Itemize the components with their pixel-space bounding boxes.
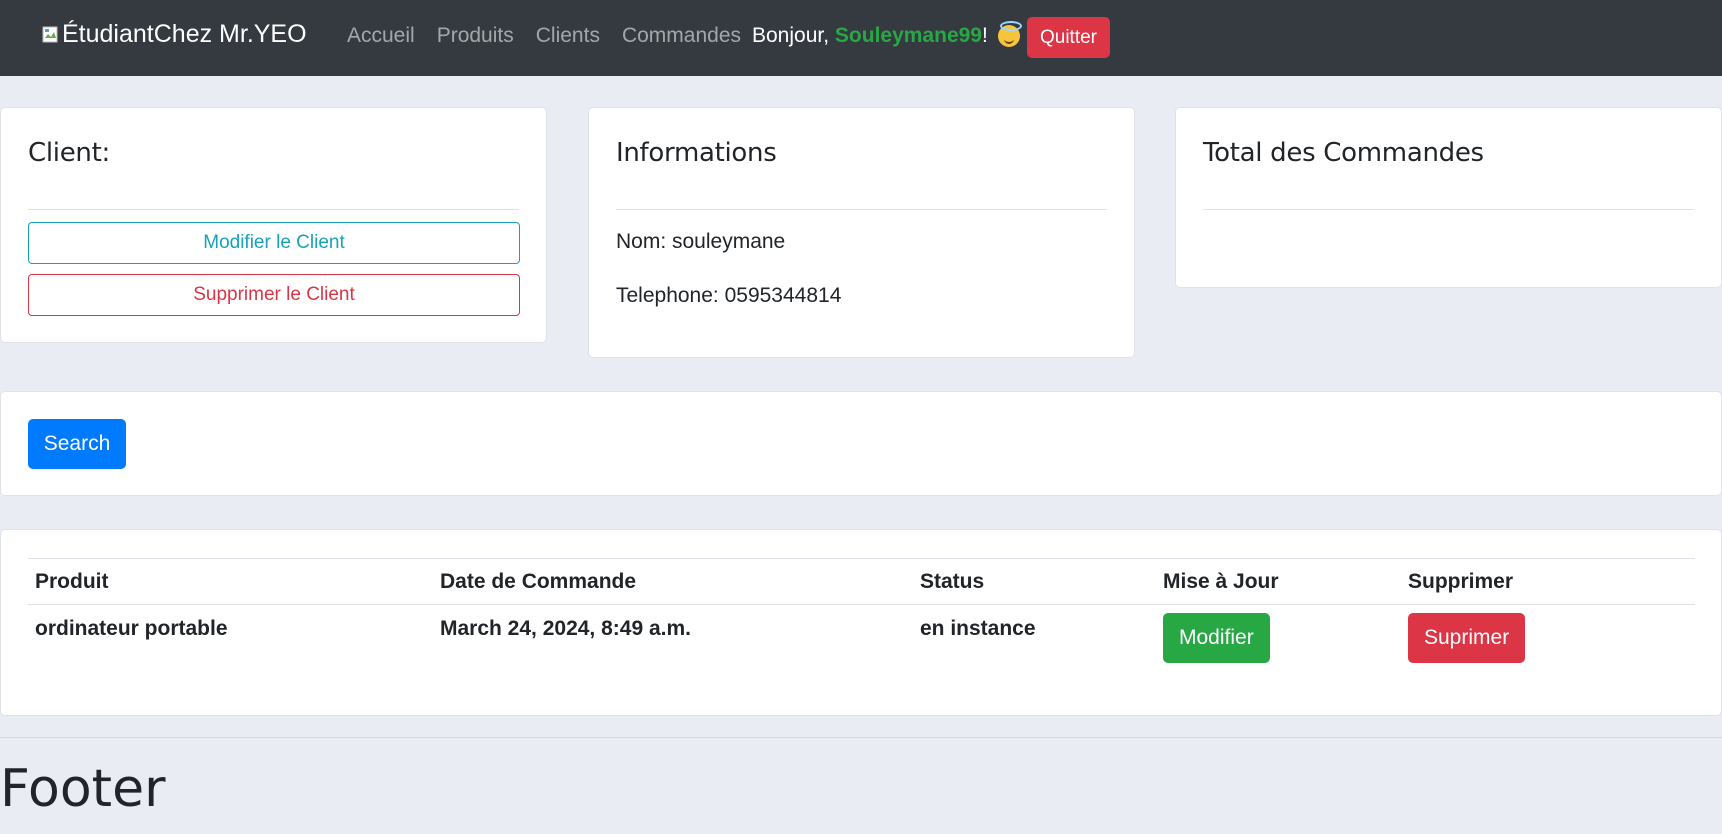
search-card: Search	[0, 391, 1722, 496]
info-card: Informations Nom: souleymane Telephone: …	[588, 107, 1135, 358]
total-orders-card: Total des Commandes	[1175, 107, 1722, 288]
greeting-prefix: Bonjour,	[752, 24, 835, 47]
quit-button[interactable]: Quitter	[1027, 17, 1110, 58]
greeting-suffix: !	[981, 24, 988, 47]
table-row: ordinateur portable March 24, 2024, 8:49…	[28, 605, 1695, 665]
header-update: Mise à Jour	[1156, 558, 1401, 605]
broken-image-icon	[42, 22, 60, 42]
header-delete: Supprimer	[1401, 558, 1695, 605]
delete-order-button[interactable]: Suprimer	[1408, 613, 1526, 663]
search-button[interactable]: Search	[28, 419, 126, 469]
divider	[28, 209, 519, 210]
nav-links: Accueil Produits Clients Commandes	[347, 24, 763, 48]
divider	[1203, 209, 1694, 210]
total-orders-title: Total des Commandes	[1203, 138, 1484, 168]
header-status: Status	[913, 558, 1156, 605]
nav-link-produits[interactable]: Produits	[437, 24, 514, 48]
order-status: en instance	[920, 617, 1036, 640]
nav-link-accueil[interactable]: Accueil	[347, 24, 415, 48]
order-date: March 24, 2024, 8:49 a.m.	[440, 617, 691, 640]
header-produit: Produit	[28, 558, 433, 605]
edit-client-button[interactable]: Modifier le Client	[28, 222, 520, 264]
footer-divider	[0, 737, 1722, 738]
navbar: ÉtudiantChez Mr.YEO Accueil Produits Cli…	[0, 0, 1722, 76]
halo-smile-emoji-icon	[997, 21, 1022, 47]
brand-link[interactable]: ÉtudiantChez Mr.YEO	[42, 20, 307, 49]
orders-table: Produit Date de Commande Status Mise à J…	[28, 558, 1695, 665]
order-delete-cell: Suprimer	[1401, 605, 1695, 665]
client-name: Nom: souleymane	[616, 230, 786, 253]
header-date: Date de Commande	[433, 558, 913, 605]
table-header-row: Produit Date de Commande Status Mise à J…	[28, 558, 1695, 605]
footer-heading: Footer	[0, 759, 166, 819]
username: Souleymane99	[834, 24, 982, 47]
info-card-title: Informations	[616, 138, 777, 168]
greeting: Bonjour, Souleymane99 !	[752, 21, 1022, 48]
orders-card: Produit Date de Commande Status Mise à J…	[0, 529, 1722, 716]
client-card: Client: Modifier le Client Supprimer le …	[0, 107, 547, 343]
client-phone: Telephone: 0595344814	[616, 284, 842, 307]
nav-link-clients[interactable]: Clients	[536, 24, 600, 48]
nav-link-commandes[interactable]: Commandes	[622, 24, 741, 48]
update-order-button[interactable]: Modifier	[1163, 613, 1270, 663]
divider	[616, 209, 1107, 210]
brand-text: ÉtudiantChez Mr.YEO	[62, 20, 307, 48]
client-card-title: Client:	[28, 138, 110, 168]
delete-client-button[interactable]: Supprimer le Client	[28, 274, 520, 316]
order-product: ordinateur portable	[35, 617, 228, 640]
order-update-cell: Modifier	[1156, 605, 1401, 665]
